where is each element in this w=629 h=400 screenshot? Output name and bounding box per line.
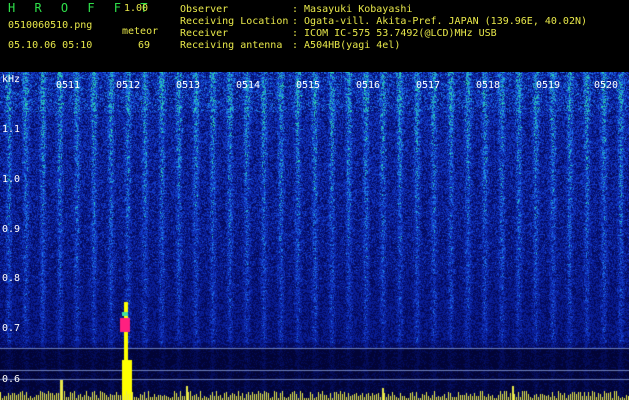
x-tick-label: 0514 [236,80,261,91]
info-label-location: Receiving Location [180,16,289,27]
x-tick-label: 0512 [116,80,141,91]
y-tick-label: 0.8 [2,273,21,284]
info-value-antenna: : A504HB(yagi 4el) [292,40,401,51]
y-tick-label: 0.7 [2,323,21,334]
app-version: 1.00 [124,3,149,14]
y-tick-label: 1.1 [2,124,21,135]
x-tick-label: 0520 [594,80,619,91]
info-value-receiver: : ICOM IC-575 53.7492(@LCD)MHz USB [292,28,497,39]
info-value-location: : Ogata-vill. Akita-Pref. JAPAN (139.96E… [292,16,588,27]
x-tick-label: 0515 [296,80,321,91]
x-tick-label: 0516 [356,80,381,91]
info-value-observer: : Masayuki Kobayashi [292,4,413,15]
capture-datetime: 05.10.06 05:10 [8,40,93,51]
capture-filename: 0510060510.png [8,20,93,31]
info-label-observer: Observer [180,4,229,15]
x-tick-label: 0517 [416,80,441,91]
spectrogram-canvas [0,72,629,400]
x-tick-label: 0519 [536,80,561,91]
header-panel: H R O F F T 1.00 0510060510.png meteor 0… [0,0,629,72]
y-tick-label: 0.9 [2,224,21,235]
y-tick-label: 0.6 [2,374,21,385]
meteor-count: 69 [138,40,151,51]
info-label-receiver: Receiver [180,28,229,39]
x-tick-label: 0513 [176,80,201,91]
y-tick-label: 1.0 [2,174,21,185]
y-axis-unit: kHz [2,74,21,85]
info-label-antenna: Receiving antenna [180,40,283,51]
x-tick-label: 0511 [56,80,81,91]
x-tick-label: 0518 [476,80,501,91]
meteor-label: meteor [122,26,159,37]
